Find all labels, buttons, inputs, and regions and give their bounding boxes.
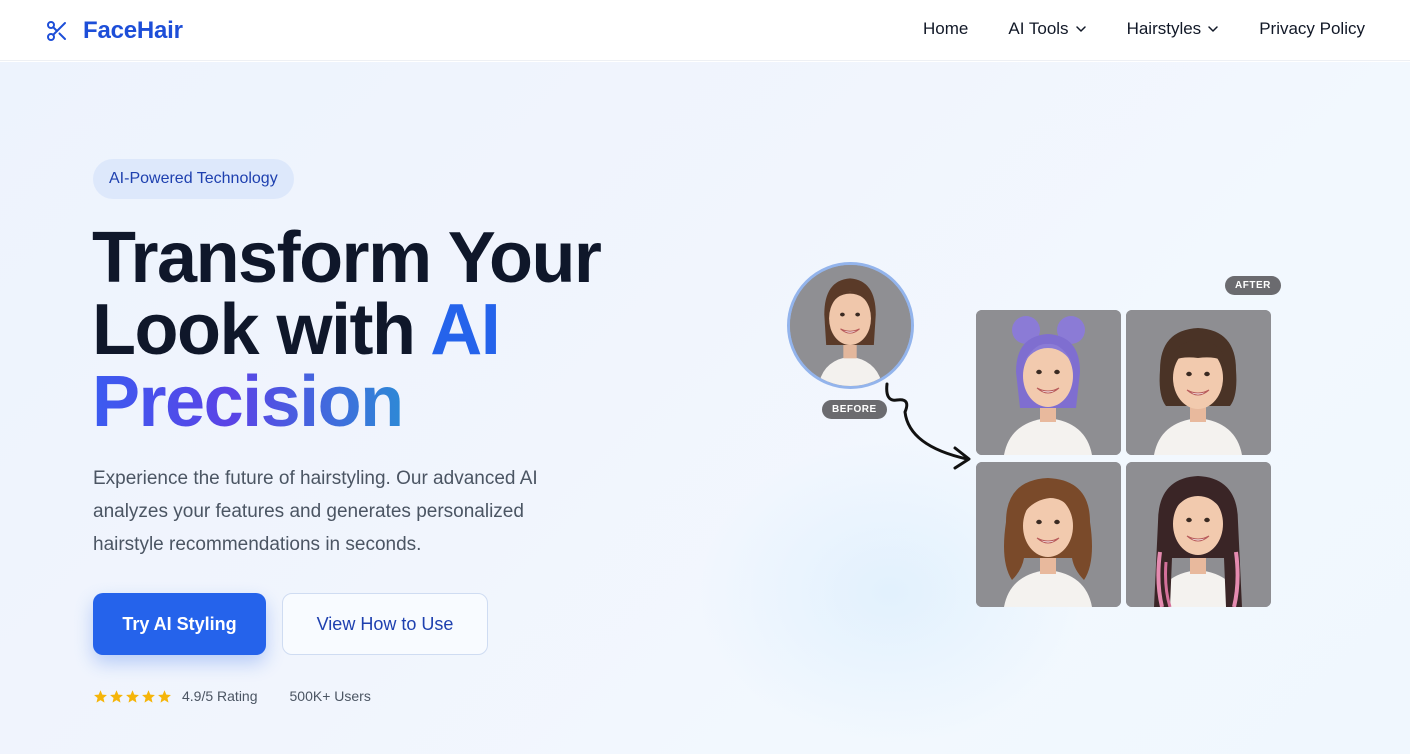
view-how-to-use-button[interactable]: View How to Use [282, 593, 488, 655]
rating-text: 4.9/5 Rating [182, 688, 258, 704]
star-icon [126, 689, 139, 703]
star-icon [110, 689, 123, 703]
headline-accent: AI [430, 290, 501, 370]
style-tile-wavy-lob [976, 462, 1121, 607]
headline-line2: Look with [92, 290, 431, 370]
hero-stats: 4.9/5 Rating 500K+ Users [93, 688, 371, 704]
before-photo [787, 262, 914, 389]
nav-ai-tools-label: AI Tools [1008, 19, 1069, 38]
nav-hairstyles-label: Hairstyles [1126, 19, 1202, 38]
chevron-down-icon [1208, 26, 1218, 32]
star-icon [94, 689, 107, 703]
top-nav-bar: FaceHair Home AI Tools Hairstyles Privac… [0, 0, 1410, 61]
try-ai-styling-button[interactable]: Try AI Styling [93, 593, 266, 655]
main-nav: Home AI Tools Hairstyles Privacy Policy [923, 19, 1365, 39]
nav-privacy-policy-label: Privacy Policy [1259, 19, 1365, 38]
rating-stars [93, 689, 172, 704]
ai-powered-badge: AI-Powered Technology [93, 159, 294, 199]
hero-description: Experience the future of hairstyling. Ou… [93, 468, 538, 555]
hero-headline: Transform Your Look with AI Precision [92, 222, 712, 438]
style-tile-pink-waves [1126, 462, 1271, 607]
chevron-down-icon [1075, 26, 1086, 32]
curved-arrow-icon [885, 382, 971, 470]
headline-line1: Transform Your [92, 218, 602, 298]
nav-home-label: Home [923, 19, 969, 38]
star-icon [158, 689, 171, 703]
nav-home[interactable]: Home [923, 19, 968, 39]
nav-privacy-policy[interactable]: Privacy Policy [1259, 19, 1365, 39]
hero-section: AI-Powered Technology Transform Your Loo… [0, 62, 1410, 754]
star-icon [142, 689, 155, 703]
style-tile-purple-buns [976, 310, 1121, 455]
logo[interactable]: FaceHair [45, 17, 183, 45]
users-count-text: 500K+ Users [289, 688, 371, 704]
nav-ai-tools[interactable]: AI Tools [1008, 19, 1086, 39]
after-tag: AFTER [1225, 276, 1281, 295]
scissors-icon [47, 21, 66, 41]
style-tile-brown-bob [1126, 310, 1271, 455]
nav-hairstyles[interactable]: Hairstyles [1127, 19, 1220, 39]
headline-line3: Precision [92, 362, 404, 442]
logo-text: FaceHair [83, 17, 183, 44]
portrait-before [790, 265, 911, 386]
